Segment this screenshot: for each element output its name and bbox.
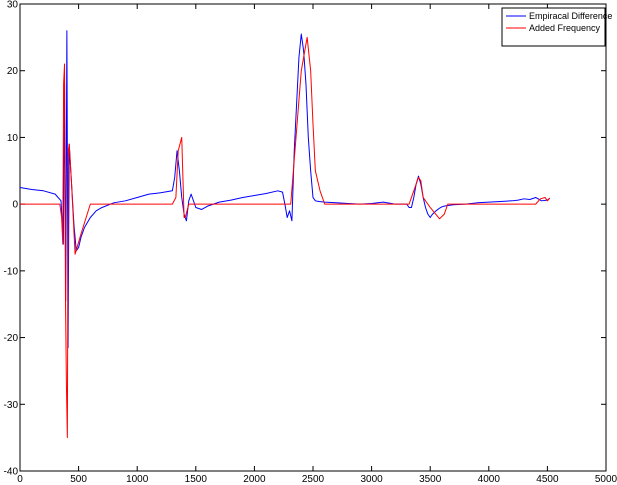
x-tick-label: 1500	[185, 474, 208, 485]
y-tick-label: 10	[7, 133, 19, 144]
legend-label: Empiracal Difference	[529, 11, 612, 21]
y-tick-label: -30	[4, 400, 19, 411]
y-tick-label: -10	[4, 266, 19, 277]
x-tick-label: 3000	[360, 474, 383, 485]
y-tick-label: 20	[7, 66, 19, 77]
y-tick-label: 30	[7, 0, 19, 11]
x-tick-label: 4000	[478, 474, 501, 485]
chart-svg: 0 500 1000 1500 2000 2500 3000 3500 4000 4500 5000…	[4, 0, 617, 485]
y-tick-label: -20	[4, 333, 19, 344]
legend-label: Added Frequency	[529, 23, 601, 33]
x-tick-label: 2500	[302, 474, 325, 485]
x-tick-label: 500	[70, 474, 87, 485]
legend: Empiracal Difference Added Frequency	[501, 7, 612, 47]
y-tick-label: -40	[4, 467, 19, 478]
plot-area	[19, 3, 607, 472]
y-tick-label: 0	[12, 200, 18, 211]
x-tick-label: 5000	[595, 474, 617, 485]
x-tick-label: 3500	[419, 474, 442, 485]
x-tick-label: 2000	[243, 474, 266, 485]
x-tick-label: 1000	[126, 474, 149, 485]
x-tick-label: 4500	[536, 474, 559, 485]
x-tick-label: 0	[17, 474, 23, 485]
